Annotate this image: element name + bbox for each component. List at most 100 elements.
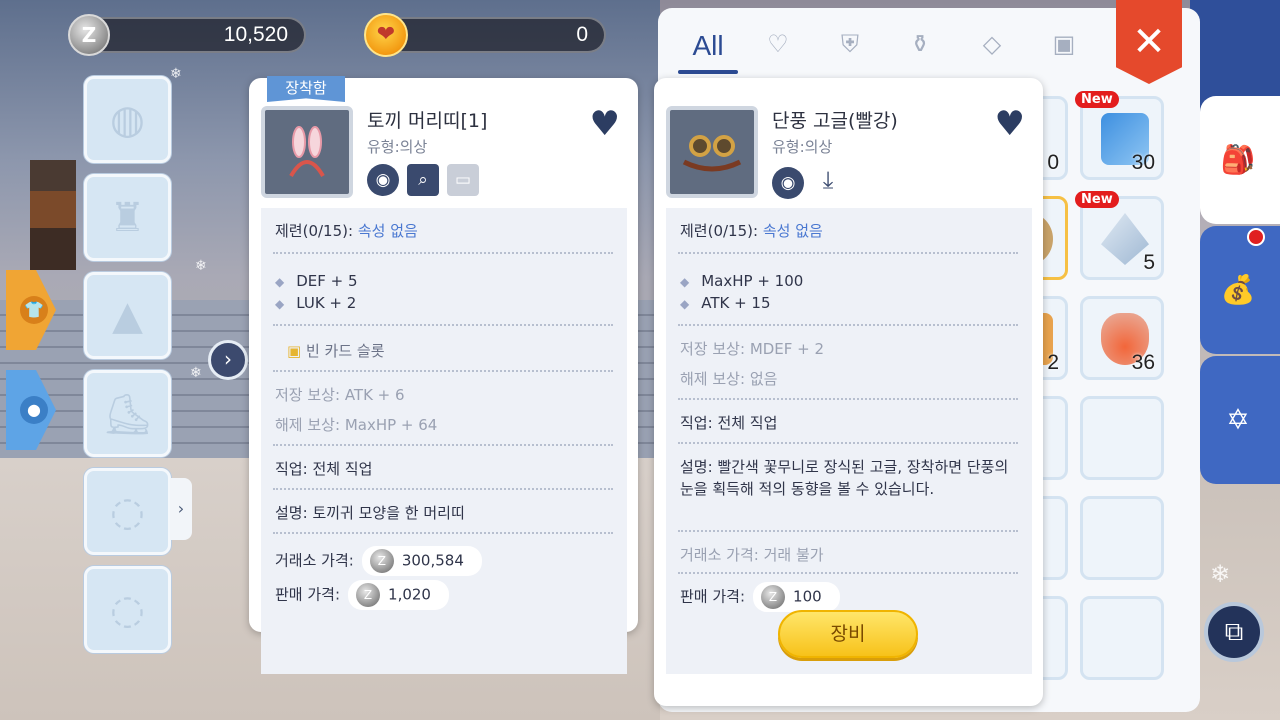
preview-eye-icon[interactable]: ◉ [367, 164, 399, 196]
divider [273, 532, 613, 534]
goggles-icon [680, 132, 744, 172]
job-value: 전체 직업 [312, 460, 373, 478]
tab-all[interactable]: All [676, 30, 740, 70]
description-value: 빨간색 꽃무니로 장식된 고글, 장착하면 단풍의 눈을 획득해 적의 동향을 … [680, 458, 1009, 498]
close-button[interactable]: ✕ [1116, 0, 1182, 84]
refine-row: 제련(0/15): 속성 없음 [275, 220, 418, 241]
ring-icon: ◌ [110, 587, 145, 633]
equip-slot-accessory-1[interactable]: ◌ [84, 468, 171, 555]
unlock-reward-row: 해제 보상: 없음 [680, 368, 777, 389]
divider [678, 530, 1018, 532]
deposit-label: 저장 보상: [680, 340, 746, 358]
equip-slot-boots[interactable]: ⛸ [84, 370, 171, 457]
description-row: 설명: 빨간색 꽃무니로 장식된 고글, 장착하면 단풍의 눈을 획득해 적의 … [680, 456, 1020, 500]
item-name: 단풍 고글(빨강) [772, 110, 898, 132]
inventory-slot[interactable]: 36 [1080, 296, 1164, 380]
gem-icon: ◇ [982, 30, 1002, 58]
tab-card[interactable]: ▣ [1032, 30, 1096, 70]
cape-icon: ▲ [112, 293, 143, 339]
preview-eye-icon[interactable]: ◉ [772, 167, 804, 199]
next-arrow-button[interactable]: › [208, 340, 248, 380]
job-label: 직업: [680, 414, 713, 432]
card-slot-label: 빈 카드 슬롯 [305, 342, 385, 360]
item-count: 5 [1143, 251, 1155, 274]
equip-slot-cape[interactable]: ▲ [84, 272, 171, 359]
favorite-heart-icon[interactable]: ♥ [995, 104, 1025, 144]
market-price-row: 거래소 가격: Z 300,584 [275, 546, 482, 576]
tab-equipment[interactable]: ⛨ [818, 30, 882, 70]
job-label: 직업: [275, 460, 308, 478]
stat-row: ◆ LUK + 2 [275, 294, 356, 312]
potion-icon: ⚱ [909, 30, 931, 58]
sell-price-label: 판매 가격: [680, 587, 746, 606]
item-tooltip-selected: 단풍 고글(빨강) 유형:의상 ♥ ◉ ⤓ 제련(0/15): 속성 없음 ◆ Ma… [654, 78, 1043, 706]
snowflake-icon: ❄ [1210, 560, 1231, 588]
item-tooltip-equipped: 장착함 토끼 머리띠[1] 유형:의상 ♥ ◉ ⌕ ▭ 제련(0/15): 속성 없… [249, 76, 638, 674]
equip-slot-headgear[interactable]: ◍ [84, 76, 171, 163]
zeny-coin-icon: Z [356, 583, 381, 607]
market-price-label: 거래소 가격: [680, 546, 759, 564]
card-icon: ▣ [1052, 30, 1076, 58]
refine-value: 속성 없음 [762, 222, 823, 240]
item-type: 유형:의상 [772, 138, 833, 156]
expand-arrow-button[interactable]: › [170, 478, 192, 540]
equip-slot-armor[interactable]: ♜ [84, 174, 171, 261]
item-count: 0 [1047, 151, 1059, 174]
deposit-reward-row: 저장 보상: MDEF + 2 [680, 338, 824, 359]
snowflake-icon: ❄ [170, 66, 182, 82]
diamond-bullet-icon: ◆ [275, 297, 285, 311]
side-menu-zeny-bag[interactable]: 💰 [1200, 226, 1280, 354]
zeny-coin-icon: Z [68, 14, 110, 56]
equip-button[interactable]: 장비 [778, 610, 918, 658]
inventory-slot-empty[interactable] [1080, 396, 1164, 480]
favorite-heart-icon[interactable]: ♥ [590, 104, 620, 144]
unlock-value: MaxHP + 64 [344, 416, 438, 434]
item-count: 36 [1131, 351, 1155, 374]
crystal-item-icon [1101, 213, 1149, 265]
market-price-value: 거래 불가 [763, 546, 824, 564]
download-icon[interactable]: ⤓ [812, 164, 844, 196]
refine-label: 제련(0/15): [680, 222, 759, 240]
tab-material[interactable]: ◇ [960, 30, 1024, 70]
side-tab-character[interactable]: ● [6, 370, 56, 450]
divider [678, 252, 1018, 254]
stat-row: ◆ DEF + 5 [275, 272, 358, 290]
money-bag-icon: 💰 [1220, 273, 1256, 306]
zeny-coin-icon: Z [369, 549, 394, 573]
deposit-reward-row: 저장 보상: ATK + 6 [275, 384, 405, 405]
inventory-slot[interactable]: New 30 [1075, 91, 1164, 180]
tab-consumable[interactable]: ⚱ [888, 30, 952, 70]
diamond-bullet-icon: ◆ [680, 275, 690, 289]
inspect-icon[interactable]: ⌕ [407, 164, 439, 196]
dialog-toggle-button[interactable]: ⧉ [1204, 602, 1264, 662]
card-slot-icon: ▣ [287, 342, 302, 360]
market-price-value: 300,584 [401, 551, 464, 570]
sell-price-row: 판매 가격: Z 1,020 [275, 580, 449, 610]
deposit-value: ATK + 6 [344, 386, 405, 404]
unlock-reward-row: 해제 보상: MaxHP + 64 [275, 414, 437, 435]
snowflake-icon: ❄ [195, 258, 207, 274]
side-tab-equipment[interactable]: 👕 [6, 270, 56, 350]
zeny-amount: 10,520 [223, 23, 288, 46]
item-count: 2 [1047, 351, 1059, 374]
boots-icon: ⛸ [102, 392, 153, 438]
unlock-label: 해제 보상: [275, 416, 341, 434]
side-menu-magic[interactable]: ✡ [1200, 356, 1280, 484]
inventory-slot[interactable]: New 5 [1075, 191, 1164, 280]
unlock-label: 해제 보상: [680, 370, 746, 388]
item-count: 30 [1131, 151, 1155, 174]
tab-favorite[interactable]: ♡ [746, 30, 810, 70]
new-badge: New [1075, 191, 1119, 208]
inventory-grid: 0 New 30 New 5 2 36 [984, 91, 1170, 696]
inventory-slot-empty[interactable] [1080, 596, 1164, 680]
side-menu-bag[interactable]: 🎒 [1200, 96, 1280, 224]
stat-row: ◆ ATK + 15 [680, 294, 771, 312]
job-row: 직업: 전체 직업 [275, 458, 372, 479]
armor-icon: ⛨ [841, 30, 859, 58]
job-value: 전체 직업 [717, 414, 778, 432]
new-badge: New [1075, 91, 1119, 108]
stat-value: MaxHP + 100 [701, 272, 804, 290]
inventory-slot-empty[interactable] [1080, 496, 1164, 580]
item-thumbnail [261, 106, 353, 198]
equip-slot-accessory-2[interactable]: ◌ [84, 566, 171, 653]
